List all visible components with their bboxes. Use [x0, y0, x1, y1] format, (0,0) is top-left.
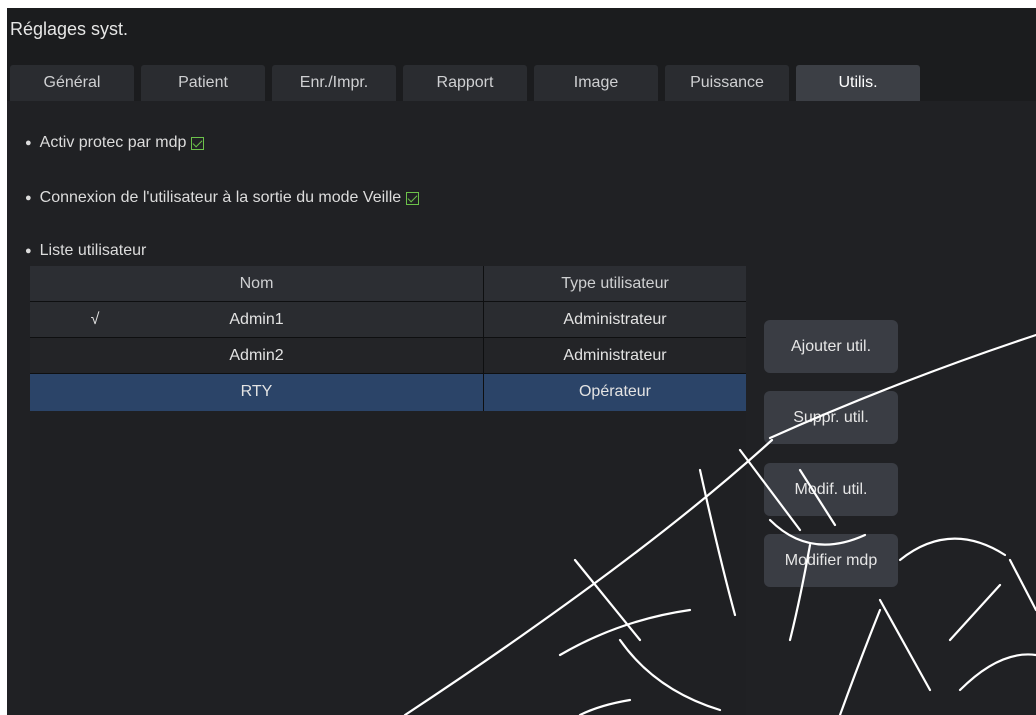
- watermark-stroke: [798, 468, 837, 527]
- watermark: [403, 333, 1036, 715]
- watermark-stroke: [578, 698, 632, 715]
- watermark-stroke: [768, 333, 1036, 440]
- watermark-stroke: [898, 537, 1007, 562]
- watermark-stroke: [618, 638, 722, 712]
- watermark-stroke: [698, 468, 737, 617]
- watermark-stroke: [948, 583, 1002, 642]
- watermark-stroke: [1008, 558, 1036, 612]
- watermark-stroke: [738, 448, 802, 532]
- watermark-stroke: [838, 608, 882, 715]
- watermark-stroke: [768, 518, 867, 546]
- watermark-stroke: [878, 598, 932, 692]
- watermark-stroke: [573, 558, 642, 642]
- watermark-stroke: [788, 543, 812, 642]
- watermark-stroke: [958, 653, 1036, 692]
